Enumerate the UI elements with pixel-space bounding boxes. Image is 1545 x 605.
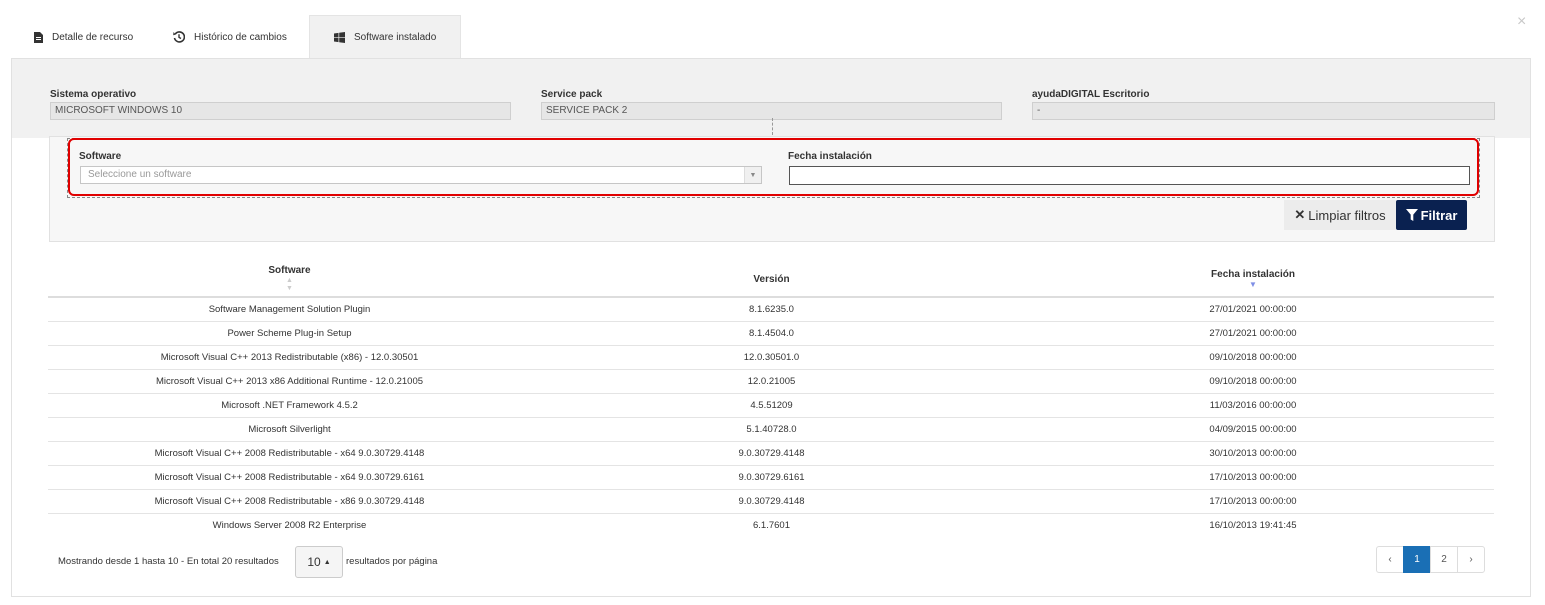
cell-software: Microsoft Silverlight bbox=[48, 417, 531, 442]
cell-software: Microsoft Visual C++ 2008 Redistributabl… bbox=[48, 465, 531, 490]
table-header-row: Software ▲ ▼ Versión Fecha instalación ▼ bbox=[48, 262, 1494, 298]
cell-date: 04/09/2015 00:00:00 bbox=[1012, 417, 1494, 442]
cell-software: Software Management Solution Plugin bbox=[48, 297, 531, 322]
cell-date: 30/10/2013 00:00:00 bbox=[1012, 441, 1494, 466]
filter-section: Software Seleccione un software ▼ Fecha … bbox=[49, 136, 1495, 242]
tab-software-instalado[interactable]: Software instalado bbox=[309, 15, 462, 59]
tab-label: Histórico de cambios bbox=[194, 31, 287, 43]
software-select[interactable]: Seleccione un software ▼ bbox=[80, 166, 762, 184]
cell-date: 17/10/2013 00:00:00 bbox=[1012, 489, 1494, 514]
table-row[interactable]: Microsoft Visual C++ 2008 Redistributabl… bbox=[48, 465, 1494, 490]
table-row[interactable]: Software Management Solution Plugin 8.1.6… bbox=[48, 297, 1494, 322]
software-table: Software ▲ ▼ Versión Fecha instalación ▼ … bbox=[48, 262, 1494, 537]
cell-date: 11/03/2016 00:00:00 bbox=[1012, 393, 1494, 418]
cell-software: Windows Server 2008 R2 Enterprise bbox=[212, 519, 367, 531]
software-select-placeholder: Seleccione un software bbox=[88, 169, 192, 180]
divider bbox=[772, 118, 773, 135]
system-info-section: Sistema operativo MICROSOFT WINDOWS 10 S… bbox=[12, 59, 1530, 138]
table-row[interactable]: Power Scheme Plug-in Setup 8.1.4504.0 27/0… bbox=[48, 321, 1494, 346]
page-size-value: 10 bbox=[307, 555, 321, 569]
per-page-label: resultados por página bbox=[346, 556, 438, 567]
pagination-page-2[interactable]: 2 bbox=[1430, 546, 1458, 573]
sort-icon: ▲ ▼ bbox=[286, 277, 293, 292]
chevron-left-icon: ‹ bbox=[1388, 554, 1392, 565]
header-label: Fecha instalación bbox=[1211, 269, 1295, 280]
chevron-down-icon[interactable]: ▼ bbox=[744, 167, 761, 183]
tab-bar: Detalle de recurso Histórico de cambios … bbox=[20, 15, 462, 59]
pagination-page-1[interactable]: 1 bbox=[1403, 546, 1431, 573]
history-icon bbox=[173, 31, 185, 43]
header-label: Versión bbox=[753, 273, 790, 285]
cell-software: Power Scheme Plug-in Setup bbox=[48, 321, 531, 346]
os-field: Sistema operativo MICROSOFT WINDOWS 10 bbox=[50, 88, 511, 120]
clear-filters-button[interactable]: ✕ Limpiar filtros bbox=[1284, 200, 1396, 230]
cell-version: 6.1.7601 bbox=[753, 519, 790, 531]
service-pack-field: Service pack SERVICE PACK 2 bbox=[541, 88, 1002, 120]
header-label: Software bbox=[268, 265, 311, 276]
cell-software: Microsoft Visual C++ 2013 x86 Additional… bbox=[48, 369, 531, 394]
tab-detalle-recurso[interactable]: Detalle de recurso bbox=[20, 15, 159, 59]
document-icon bbox=[34, 31, 43, 43]
cell-date: 27/01/2021 00:00:00 bbox=[1012, 297, 1494, 322]
cell-version: 8.1.6235.0 bbox=[531, 297, 1012, 322]
pagination: ‹ 1 2 › bbox=[1376, 546, 1485, 573]
cell-date: 09/10/2018 00:00:00 bbox=[1012, 369, 1494, 394]
cell-software: Microsoft .NET Framework 4.5.2 bbox=[48, 393, 531, 418]
filter-row-highlight: Software Seleccione un software ▼ Fecha … bbox=[68, 138, 1479, 196]
header-fecha[interactable]: Fecha instalación ▼ bbox=[1012, 262, 1494, 298]
filter-label: Filtrar bbox=[1420, 207, 1458, 223]
clear-filters-label: Limpiar filtros bbox=[1308, 207, 1386, 223]
date-filter-input[interactable] bbox=[789, 166, 1470, 185]
table-row[interactable]: Microsoft Visual C++ 2013 x86 Additional… bbox=[48, 369, 1494, 394]
close-icon[interactable]: × bbox=[1517, 14, 1526, 30]
pagination-prev[interactable]: ‹ bbox=[1376, 546, 1404, 573]
header-software[interactable]: Software ▲ ▼ bbox=[48, 262, 531, 298]
cell-version: 4.5.51209 bbox=[531, 393, 1012, 418]
cell-version: 12.0.21005 bbox=[531, 369, 1012, 394]
tab-label: Detalle de recurso bbox=[52, 31, 134, 43]
caret-up-icon: ▲ bbox=[323, 558, 331, 566]
software-filter-label: Software bbox=[79, 151, 122, 162]
cell-date: 09/10/2018 00:00:00 bbox=[1012, 345, 1494, 370]
filter-button[interactable]: Filtrar bbox=[1396, 200, 1467, 230]
cell-software: Microsoft Visual C++ 2008 Redistributabl… bbox=[48, 441, 531, 466]
cell-date: 16/10/2013 19:41:45 bbox=[1209, 519, 1297, 531]
os-value: MICROSOFT WINDOWS 10 bbox=[50, 102, 511, 120]
cell-version: 5.1.40728.0 bbox=[531, 417, 1012, 442]
close-icon: ✕ bbox=[1294, 207, 1306, 222]
sort-desc-icon: ▼ bbox=[1249, 280, 1257, 289]
software-panel: Sistema operativo MICROSOFT WINDOWS 10 S… bbox=[11, 58, 1531, 597]
os-label: Sistema operativo bbox=[50, 89, 137, 100]
cell-software: Microsoft Visual C++ 2013 Redistributabl… bbox=[48, 345, 531, 370]
table-row[interactable]: Microsoft .NET Framework 4.5.2 4.5.51209 1… bbox=[48, 393, 1494, 418]
ayuda-field: ayudaDIGITAL Escritorio - bbox=[1032, 88, 1495, 120]
cell-version: 9.0.30729.4148 bbox=[531, 489, 1012, 514]
ayuda-label: ayudaDIGITAL Escritorio bbox=[1032, 89, 1150, 100]
cell-version: 8.1.4504.0 bbox=[531, 321, 1012, 346]
cell-version: 12.0.30501.0 bbox=[531, 345, 1012, 370]
service-pack-label: Service pack bbox=[541, 89, 603, 100]
table-row[interactable]: Microsoft Visual C++ 2008 Redistributabl… bbox=[48, 489, 1494, 514]
tab-historico-cambios[interactable]: Histórico de cambios bbox=[159, 15, 309, 59]
tab-label: Software instalado bbox=[354, 32, 437, 43]
date-filter-label: Fecha instalación bbox=[788, 151, 872, 162]
cell-date: 17/10/2013 00:00:00 bbox=[1012, 465, 1494, 490]
results-summary: Mostrando desde 1 hasta 10 - En total 20… bbox=[58, 556, 279, 567]
table-row[interactable]: Microsoft Visual C++ 2013 Redistributabl… bbox=[48, 345, 1494, 370]
table-row[interactable]: Microsoft Visual C++ 2008 Redistributabl… bbox=[48, 441, 1494, 466]
page-size-dropdown[interactable]: 10 ▲ bbox=[295, 546, 343, 578]
pagination-next[interactable]: › bbox=[1457, 546, 1485, 573]
chevron-right-icon: › bbox=[1469, 554, 1473, 565]
cell-version: 9.0.30729.6161 bbox=[531, 465, 1012, 490]
windows-icon bbox=[334, 32, 345, 43]
table-row[interactable]: Windows Server 2008 R2 Enterprise 6.1.760… bbox=[48, 513, 1494, 537]
cell-software: Microsoft Visual C++ 2008 Redistributabl… bbox=[48, 489, 531, 514]
table-row[interactable]: Microsoft Silverlight 5.1.40728.0 04/09/20… bbox=[48, 417, 1494, 442]
cell-date: 27/01/2021 00:00:00 bbox=[1012, 321, 1494, 346]
filter-icon bbox=[1405, 209, 1418, 221]
cell-version: 9.0.30729.4148 bbox=[531, 441, 1012, 466]
header-version[interactable]: Versión bbox=[531, 262, 1012, 298]
ayuda-value: - bbox=[1032, 102, 1495, 120]
